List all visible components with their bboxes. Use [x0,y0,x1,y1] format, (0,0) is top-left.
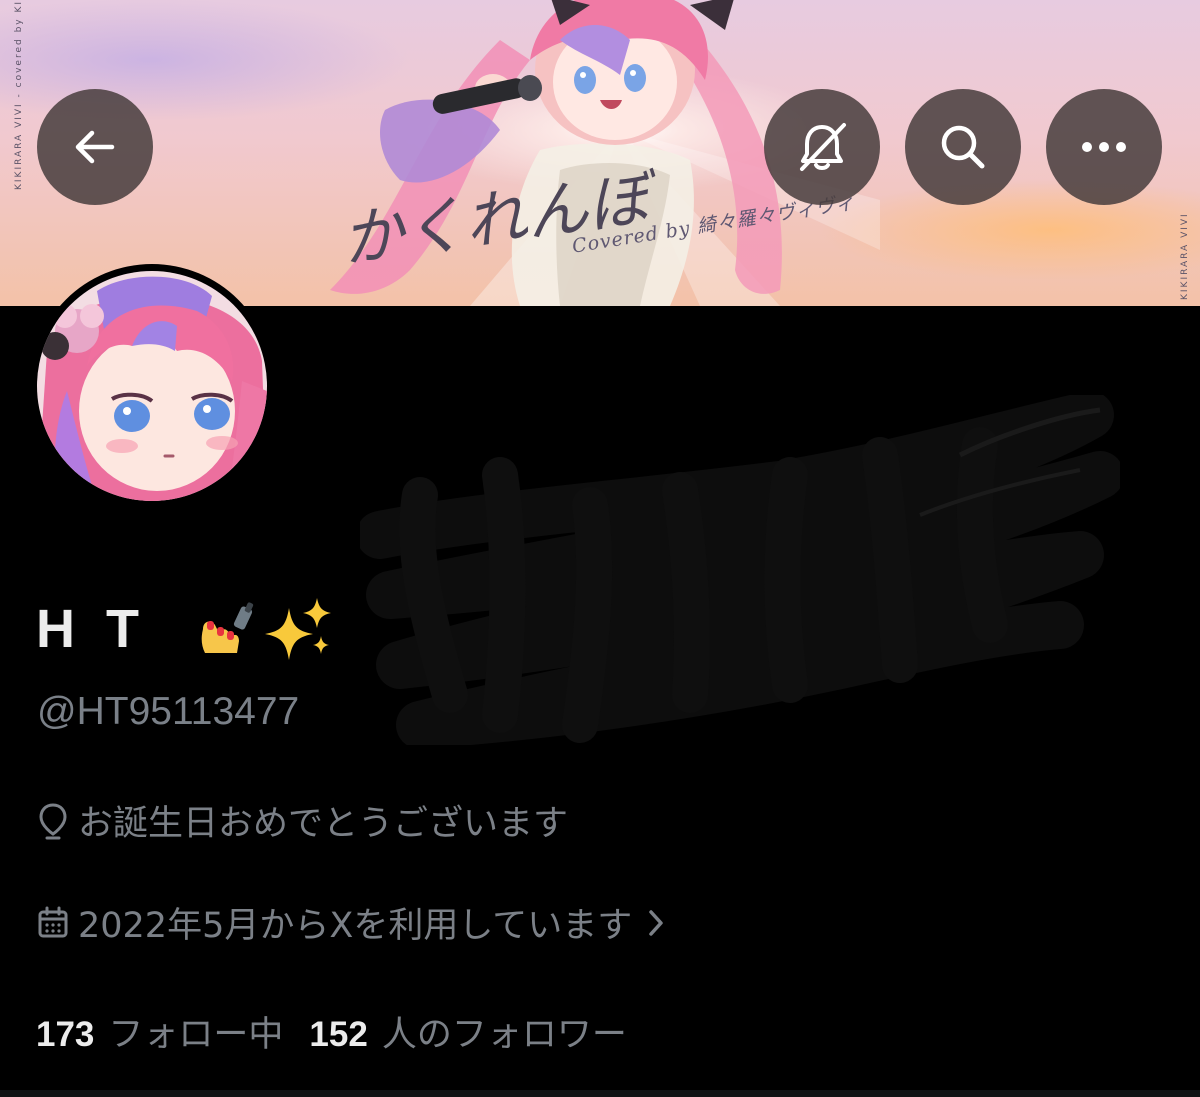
bell-slash-icon [800,123,846,171]
followers-label: 人のフォロワー [381,1015,627,1055]
profile-page: かくれんぼ Covered by 綺々羅々ヴィヴィ KIKIRARA VIVI … [0,0,1200,1097]
redaction-scribble [360,395,1120,745]
banner-side-text-left: KIKIRARA VIVI - covered by KIKIRARA VIVI [14,0,24,190]
following-label: フォロー中 [108,1015,284,1055]
avatar[interactable] [30,264,274,508]
more-horizontal-icon [1082,142,1126,152]
notifications-off-button[interactable] [764,89,880,205]
display-name: H T [36,599,147,659]
location-pin-icon [39,802,67,839]
joined-row[interactable]: 2022年5月からXを利用しています [36,897,666,948]
followers-link[interactable]: 152 人のフォロワー [309,1006,626,1057]
avatar-image [37,271,267,501]
chevron-right-icon [646,908,666,938]
search-button[interactable] [905,89,1021,205]
more-button[interactable] [1046,89,1162,205]
banner-side-text-right: KIKIRARA VIVI [1180,212,1190,300]
following-count: 173 [36,1015,95,1054]
nail-polish-emoji [201,602,254,653]
location-text: お誕生日おめでとうございます [78,804,569,844]
display-name-row: H T [36,598,335,660]
follow-stats: 173 フォロー中 152 人のフォロワー [36,1006,627,1057]
arrow-left-icon [75,130,115,164]
following-link[interactable]: 173 フォロー中 [36,1006,283,1057]
followers-count: 152 [309,1015,368,1054]
user-handle: @HT95113477 [37,690,300,733]
joined-text: 2022年5月からXを利用しています [78,906,633,946]
tab-bar-edge [0,1090,1200,1097]
sparkles-emoji [265,598,331,660]
location-row: お誕生日おめでとうございます [36,795,568,846]
back-button[interactable] [37,89,153,205]
calendar-icon [38,906,68,937]
search-icon [941,125,985,169]
